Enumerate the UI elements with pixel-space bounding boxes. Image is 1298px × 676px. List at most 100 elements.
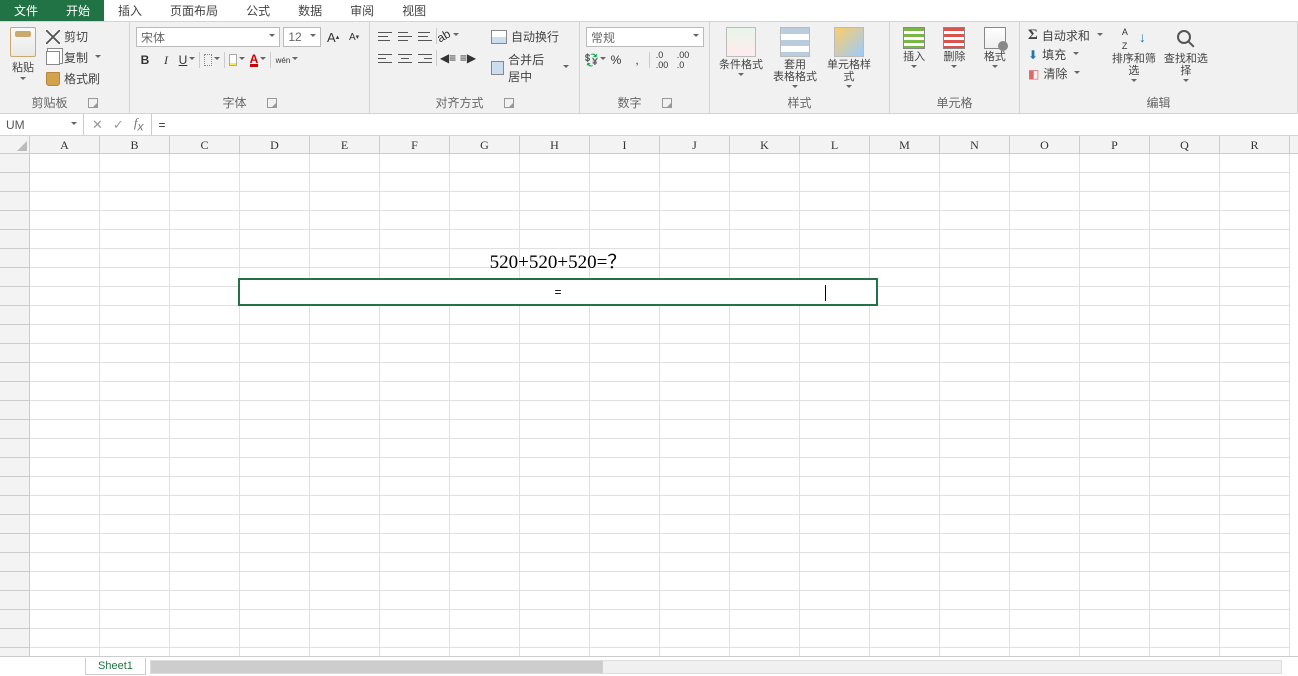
- tab-review[interactable]: 审阅: [336, 0, 388, 21]
- cell[interactable]: [310, 458, 380, 477]
- cell[interactable]: [310, 230, 380, 249]
- cell[interactable]: [940, 344, 1010, 363]
- cell[interactable]: [590, 211, 660, 230]
- cell[interactable]: [800, 192, 870, 211]
- cell[interactable]: [1150, 230, 1220, 249]
- cell[interactable]: [170, 629, 240, 648]
- cell[interactable]: [1010, 420, 1080, 439]
- cell[interactable]: [590, 230, 660, 249]
- column-header-M[interactable]: M: [870, 136, 940, 153]
- cell[interactable]: [1150, 382, 1220, 401]
- cell[interactable]: [1150, 325, 1220, 344]
- cell[interactable]: [450, 515, 520, 534]
- cell[interactable]: [100, 344, 170, 363]
- cell[interactable]: [310, 173, 380, 192]
- cell[interactable]: [660, 211, 730, 230]
- cell[interactable]: [1010, 591, 1080, 610]
- row-header-10[interactable]: [0, 325, 29, 344]
- align-right-button[interactable]: [416, 49, 434, 67]
- percent-button[interactable]: %: [607, 51, 625, 69]
- row-header-8[interactable]: [0, 287, 29, 306]
- cell[interactable]: [1080, 287, 1150, 306]
- align-center-button[interactable]: [396, 49, 414, 67]
- cell[interactable]: [800, 610, 870, 629]
- cell[interactable]: [450, 534, 520, 553]
- phonetic-button[interactable]: wén: [274, 51, 300, 69]
- cell[interactable]: [1010, 458, 1080, 477]
- cell[interactable]: [870, 401, 940, 420]
- cell[interactable]: [310, 382, 380, 401]
- cell[interactable]: [100, 496, 170, 515]
- cell[interactable]: [800, 230, 870, 249]
- cell[interactable]: [30, 515, 100, 534]
- border-button[interactable]: [203, 51, 221, 69]
- cell[interactable]: [240, 325, 310, 344]
- cell[interactable]: [1080, 439, 1150, 458]
- cell[interactable]: [100, 306, 170, 325]
- cell[interactable]: [870, 268, 940, 287]
- cell[interactable]: [30, 344, 100, 363]
- cell[interactable]: [1010, 553, 1080, 572]
- cell[interactable]: [870, 154, 940, 173]
- cell[interactable]: [800, 211, 870, 230]
- cell[interactable]: [730, 306, 800, 325]
- cell[interactable]: [240, 154, 310, 173]
- cell[interactable]: [450, 401, 520, 420]
- format-as-table-button[interactable]: 套用 表格格式: [770, 25, 820, 91]
- tab-insert[interactable]: 插入: [104, 0, 156, 21]
- column-header-A[interactable]: A: [30, 136, 100, 153]
- cell[interactable]: [940, 287, 1010, 306]
- row-header-22[interactable]: [0, 553, 29, 572]
- row-header-26[interactable]: [0, 629, 29, 648]
- cell[interactable]: [170, 572, 240, 591]
- cell[interactable]: [170, 591, 240, 610]
- cell[interactable]: [1150, 154, 1220, 173]
- cell[interactable]: [240, 344, 310, 363]
- cell[interactable]: [520, 363, 590, 382]
- cell[interactable]: [1150, 249, 1220, 268]
- cell[interactable]: [100, 230, 170, 249]
- cell[interactable]: [940, 382, 1010, 401]
- cell[interactable]: [1010, 230, 1080, 249]
- cell[interactable]: [590, 173, 660, 192]
- cell[interactable]: [380, 382, 450, 401]
- cell[interactable]: [870, 629, 940, 648]
- column-header-N[interactable]: N: [940, 136, 1010, 153]
- column-header-P[interactable]: P: [1080, 136, 1150, 153]
- cell[interactable]: [30, 363, 100, 382]
- cell[interactable]: [1080, 496, 1150, 515]
- cell[interactable]: [800, 173, 870, 192]
- cell[interactable]: [170, 553, 240, 572]
- cell[interactable]: [1150, 173, 1220, 192]
- cell[interactable]: [100, 610, 170, 629]
- cell[interactable]: [590, 629, 660, 648]
- cell[interactable]: [520, 382, 590, 401]
- cell[interactable]: [1220, 572, 1290, 591]
- cell[interactable]: [450, 382, 520, 401]
- cell[interactable]: [940, 420, 1010, 439]
- cell[interactable]: [1080, 477, 1150, 496]
- cell[interactable]: [730, 629, 800, 648]
- cell[interactable]: [30, 306, 100, 325]
- cell[interactable]: [1010, 496, 1080, 515]
- cell[interactable]: [240, 382, 310, 401]
- number-format-combo[interactable]: 常规: [586, 27, 704, 47]
- cell[interactable]: [1010, 572, 1080, 591]
- cell[interactable]: [940, 591, 1010, 610]
- cell[interactable]: [520, 401, 590, 420]
- cell[interactable]: [170, 401, 240, 420]
- cell[interactable]: [240, 477, 310, 496]
- cell[interactable]: [450, 610, 520, 629]
- dialog-launcher-icon[interactable]: [504, 98, 514, 108]
- align-bottom-button[interactable]: [416, 27, 434, 45]
- cell[interactable]: [380, 553, 450, 572]
- cell[interactable]: [310, 325, 380, 344]
- cell[interactable]: [30, 192, 100, 211]
- cell[interactable]: [730, 496, 800, 515]
- cell[interactable]: [170, 515, 240, 534]
- cell[interactable]: [380, 610, 450, 629]
- cell[interactable]: [1220, 325, 1290, 344]
- cell[interactable]: [1080, 344, 1150, 363]
- cell[interactable]: [940, 173, 1010, 192]
- cell[interactable]: [1220, 363, 1290, 382]
